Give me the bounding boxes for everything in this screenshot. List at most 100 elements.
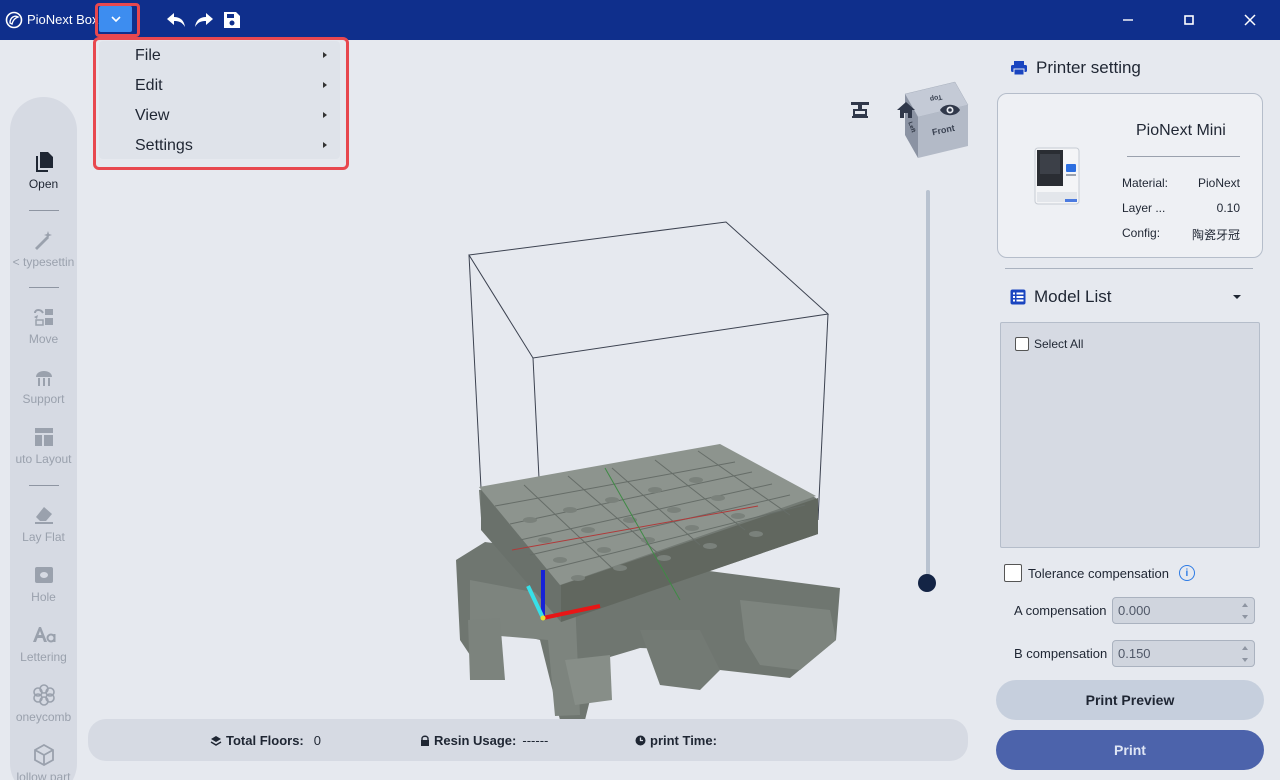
- print-platform-view-button[interactable]: [848, 98, 872, 122]
- material-label: Material:: [1122, 176, 1169, 190]
- tool-auto-layout[interactable]: uto Layout: [10, 424, 77, 466]
- tool-divider: [29, 287, 59, 288]
- tool-divider: [29, 485, 59, 486]
- layout-icon: [34, 428, 53, 446]
- eraser-icon: [34, 507, 53, 524]
- dental-model: [456, 444, 840, 720]
- support-icon: [35, 371, 52, 386]
- print-button[interactable]: Print: [996, 730, 1264, 770]
- tool-support[interactable]: Support: [10, 364, 77, 406]
- model-list-box: Select All: [1000, 322, 1260, 548]
- lock-icon: [421, 735, 429, 746]
- layer-label: Layer ...: [1122, 201, 1166, 215]
- layer-slider-track[interactable]: [926, 190, 930, 585]
- layer-slider-handle[interactable]: [918, 574, 936, 592]
- total-floors-value: 0: [313, 733, 321, 748]
- tool-hollow-part[interactable]: lollow part: [10, 742, 77, 780]
- b-compensation-value: 0.150: [1118, 646, 1151, 661]
- config-label: Config:: [1122, 226, 1161, 240]
- tool-open[interactable]: Open: [10, 149, 77, 191]
- tool-honeycomb[interactable]: oneycomb: [10, 682, 77, 724]
- move-icon: [33, 309, 53, 326]
- tool-label: Lay Flat: [22, 530, 65, 544]
- model-list-header[interactable]: Model List: [1010, 287, 1111, 307]
- tool-divider: [29, 210, 59, 211]
- visibility-button[interactable]: [938, 98, 962, 122]
- app-logo-icon: [5, 11, 23, 29]
- right-panel: Printer setting PioNext Mini Material: P…: [980, 40, 1280, 780]
- maximize-button[interactable]: [1178, 9, 1200, 31]
- clock-icon: [635, 735, 646, 746]
- save-button[interactable]: [221, 9, 243, 31]
- layers-icon: [210, 735, 222, 746]
- app-title: PioNext Box: [27, 12, 99, 27]
- file-copy-icon: [35, 152, 53, 172]
- printer-name: PioNext Mini: [1136, 122, 1226, 139]
- list-icon: [1010, 289, 1026, 305]
- tool-move[interactable]: Move: [10, 304, 77, 346]
- a-compensation-input[interactable]: 0.000: [1112, 597, 1255, 624]
- minimize-button[interactable]: [1117, 9, 1139, 31]
- layer-value: 0.10: [1216, 201, 1240, 215]
- spinner-arrows-icon[interactable]: [1242, 644, 1250, 664]
- print-time-label: print Time:: [650, 733, 717, 748]
- flower-icon: [32, 684, 55, 706]
- caret-down-icon[interactable]: [1233, 294, 1241, 300]
- tool-lay-flat[interactable]: Lay Flat: [10, 502, 77, 544]
- panel-divider: [1005, 268, 1253, 269]
- tool-label: Support: [22, 392, 65, 406]
- redo-button[interactable]: [193, 9, 215, 31]
- config-value: 陶瓷牙冠: [1191, 228, 1240, 242]
- print-preview-button[interactable]: Print Preview: [996, 680, 1264, 720]
- tool-rail: Open < typesettin Move Support uto Layou…: [10, 97, 77, 780]
- tolerance-label: Tolerance compensation: [1028, 565, 1169, 581]
- printer-image: [1034, 147, 1080, 205]
- undo-icon: [167, 13, 185, 27]
- tolerance-checkbox[interactable]: [1004, 564, 1022, 582]
- tool-label: uto Layout: [15, 452, 72, 466]
- printer-setting-header: Printer setting: [1010, 58, 1141, 78]
- tool-label: lollow part: [16, 770, 71, 780]
- tool-auto-typesetting[interactable]: < typesettin: [10, 227, 77, 269]
- tool-label: Open: [28, 177, 59, 191]
- tool-label: Lettering: [20, 650, 67, 664]
- info-icon[interactable]: i: [1178, 565, 1195, 581]
- model-list-title: Model List: [1034, 287, 1112, 306]
- printer-name-divider: [1127, 156, 1240, 157]
- hole-icon: [34, 567, 53, 583]
- tool-lettering[interactable]: Lettering: [10, 622, 77, 664]
- tool-label: Move: [28, 332, 59, 346]
- printer-setting-title: Printer setting: [1036, 58, 1141, 77]
- printer-card[interactable]: PioNext Mini Material: PioNext Layer ...…: [997, 93, 1263, 258]
- resin-usage-value: ------: [522, 733, 549, 748]
- b-compensation-input[interactable]: 0.150: [1112, 640, 1255, 667]
- cube-icon: [33, 744, 54, 766]
- title-bar: PioNext Box: [0, 0, 1280, 40]
- select-all-check[interactable]: [1015, 337, 1029, 351]
- a-compensation-value: 0.000: [1118, 603, 1151, 618]
- home-view-button[interactable]: [894, 98, 918, 122]
- spinner-arrows-icon[interactable]: [1242, 601, 1250, 621]
- highlight-box-menu-button: [95, 3, 140, 37]
- resin-usage-stat: Resin Usage: ------: [420, 733, 548, 748]
- status-bar: Total Floors: 0 Resin Usage: ------ prin…: [88, 719, 968, 761]
- close-button[interactable]: [1239, 9, 1261, 31]
- magic-wand-icon: [34, 231, 52, 250]
- home-icon: [897, 102, 915, 118]
- undo-button[interactable]: [165, 9, 187, 31]
- print-time-stat: print Time:: [635, 733, 721, 748]
- b-compensation-label: B compensation: [1014, 646, 1108, 661]
- select-all-checkbox[interactable]: Select All: [1015, 337, 1083, 351]
- tool-label: < typesettin: [12, 255, 75, 269]
- lettering-icon: [32, 627, 55, 643]
- minimize-icon: [1123, 19, 1133, 21]
- tool-label: oneycomb: [15, 710, 72, 724]
- close-icon: [1244, 14, 1256, 26]
- redo-icon: [195, 13, 213, 27]
- tool-label: Hole: [31, 590, 56, 604]
- tolerance-compensation-toggle[interactable]: Tolerance compensation i: [1004, 564, 1195, 582]
- eye-icon: [940, 104, 960, 116]
- maximize-icon: [1184, 15, 1194, 25]
- tool-hole[interactable]: Hole: [10, 562, 77, 604]
- highlight-box-menu: [93, 37, 349, 170]
